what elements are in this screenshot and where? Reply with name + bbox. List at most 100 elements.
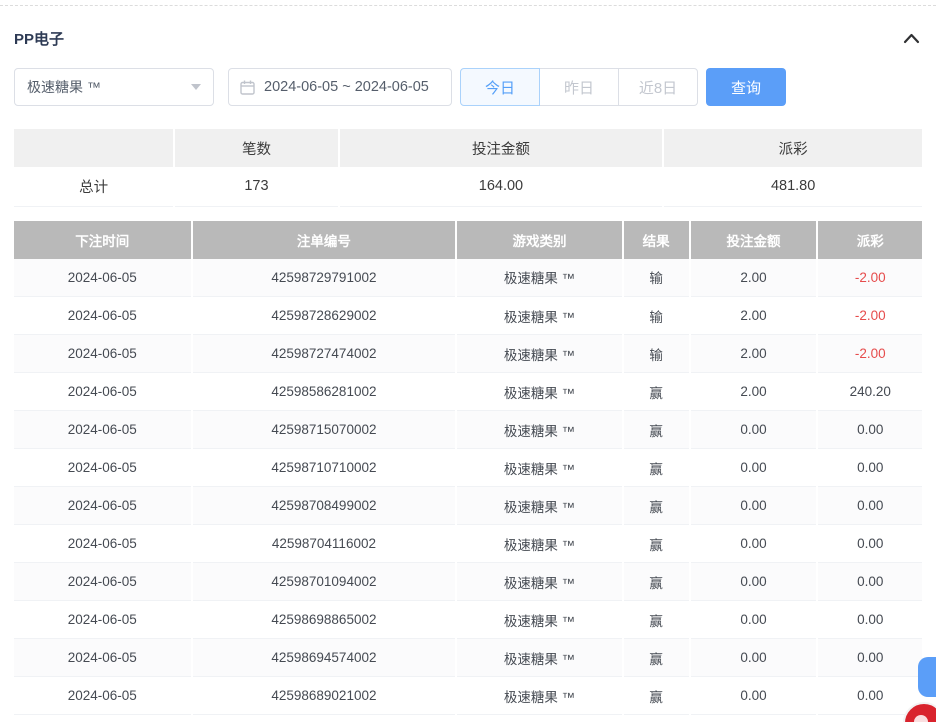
cell-bet-amount: 0.00 bbox=[690, 563, 818, 601]
cell-result: 赢 bbox=[623, 411, 690, 449]
cell-payout: 0.00 bbox=[817, 487, 922, 525]
cell-result: 赢 bbox=[623, 525, 690, 563]
summary-header-payout: 派彩 bbox=[663, 129, 922, 167]
date-range-input[interactable]: 2024-06-05 ~ 2024-06-05 bbox=[228, 68, 452, 106]
cell-game-type: 极速糖果 ™ bbox=[456, 639, 622, 677]
cell-payout: 0.00 bbox=[817, 563, 922, 601]
cell-result: 赢 bbox=[623, 601, 690, 639]
table-row: 2024-06-05 42598710710002 极速糖果 ™ 赢 0.00 … bbox=[14, 449, 922, 487]
cell-payout: 0.00 bbox=[817, 601, 922, 639]
cell-result: 输 bbox=[623, 297, 690, 335]
cell-order-id: 42598704116002 bbox=[192, 525, 457, 563]
cell-order-id: 42598710710002 bbox=[192, 449, 457, 487]
table-row: 2024-06-05 42598715070002 极速糖果 ™ 赢 0.00 … bbox=[14, 411, 922, 449]
cell-result: 赢 bbox=[623, 677, 690, 715]
cell-game-type: 极速糖果 ™ bbox=[456, 259, 622, 297]
cell-bet-time: 2024-06-05 bbox=[14, 297, 192, 335]
table-row: 2024-06-05 42598586281002 极速糖果 ™ 赢 2.00 … bbox=[14, 373, 922, 411]
summary-total-row: 总计 173 164.00 481.80 bbox=[14, 167, 922, 206]
cell-bet-time: 2024-06-05 bbox=[14, 563, 192, 601]
cell-bet-time: 2024-06-05 bbox=[14, 525, 192, 563]
chevron-up-icon bbox=[903, 32, 920, 44]
table-row: 2024-06-05 42598698865002 极速糖果 ™ 赢 0.00 … bbox=[14, 601, 922, 639]
chevron-down-icon bbox=[191, 84, 201, 90]
table-row: 2024-06-05 42598727474002 极速糖果 ™ 输 2.00 … bbox=[14, 335, 922, 373]
cell-order-id: 42598689021002 bbox=[192, 677, 457, 715]
cell-game-type: 极速糖果 ™ bbox=[456, 601, 622, 639]
bet-table-header-row: 下注时间 注单编号 游戏类别 结果 投注金额 派彩 bbox=[14, 221, 922, 259]
yesterday-button[interactable]: 昨日 bbox=[539, 68, 619, 106]
cell-payout: -2.00 bbox=[817, 335, 922, 373]
cell-bet-amount: 0.00 bbox=[690, 677, 818, 715]
table-row: 2024-06-05 42598694574002 极速糖果 ™ 赢 0.00 … bbox=[14, 639, 922, 677]
header-order-id: 注单编号 bbox=[192, 221, 457, 259]
cell-payout: 0.00 bbox=[817, 411, 922, 449]
cell-game-type: 极速糖果 ™ bbox=[456, 373, 622, 411]
collapse-button[interactable] bbox=[901, 30, 922, 46]
cell-bet-time: 2024-06-05 bbox=[14, 677, 192, 715]
top-divider bbox=[0, 5, 936, 6]
cell-result: 赢 bbox=[623, 373, 690, 411]
today-button[interactable]: 今日 bbox=[460, 68, 540, 106]
game-select[interactable]: 极速糖果 ™ bbox=[14, 68, 214, 106]
cell-bet-amount: 0.00 bbox=[690, 449, 818, 487]
table-row: 2024-06-05 42598704116002 极速糖果 ™ 赢 0.00 … bbox=[14, 525, 922, 563]
quick-range-group: 今日 昨日 近8日 bbox=[460, 68, 698, 106]
summary-total-payout: 481.80 bbox=[663, 167, 922, 206]
summary-header-count: 笔数 bbox=[174, 129, 338, 167]
summary-total-label: 总计 bbox=[14, 167, 174, 206]
cell-bet-amount: 0.00 bbox=[690, 525, 818, 563]
summary-total-bet-amount: 164.00 bbox=[339, 167, 664, 206]
cell-payout: -2.00 bbox=[817, 259, 922, 297]
cell-game-type: 极速糖果 ™ bbox=[456, 335, 622, 373]
cell-order-id: 42598701094002 bbox=[192, 563, 457, 601]
cell-bet-time: 2024-06-05 bbox=[14, 639, 192, 677]
summary-header-row: 笔数 投注金额 派彩 bbox=[14, 129, 922, 167]
cell-result: 赢 bbox=[623, 449, 690, 487]
floating-widget-button[interactable] bbox=[918, 657, 936, 697]
cell-bet-time: 2024-06-05 bbox=[14, 259, 192, 297]
cell-payout: 0.00 bbox=[817, 639, 922, 677]
cell-bet-amount: 2.00 bbox=[690, 335, 818, 373]
summary-total-count: 173 bbox=[174, 167, 338, 206]
cell-bet-time: 2024-06-05 bbox=[14, 411, 192, 449]
cell-payout: 240.20 bbox=[817, 373, 922, 411]
last-8-days-button[interactable]: 近8日 bbox=[618, 68, 698, 106]
game-select-value: 极速糖果 ™ bbox=[27, 77, 101, 97]
page-title: PP电子 bbox=[14, 28, 64, 49]
cell-game-type: 极速糖果 ™ bbox=[456, 677, 622, 715]
cell-bet-amount: 2.00 bbox=[690, 259, 818, 297]
summary-table: 笔数 投注金额 派彩 总计 173 164.00 481.80 bbox=[14, 129, 922, 207]
header-result: 结果 bbox=[623, 221, 690, 259]
header-bet-time: 下注时间 bbox=[14, 221, 192, 259]
cell-game-type: 极速糖果 ™ bbox=[456, 563, 622, 601]
cell-game-type: 极速糖果 ™ bbox=[456, 297, 622, 335]
calendar-icon bbox=[240, 80, 255, 95]
panel-header: PP电子 bbox=[14, 23, 922, 53]
cell-bet-amount: 0.00 bbox=[690, 487, 818, 525]
header-game-type: 游戏类别 bbox=[456, 221, 622, 259]
cell-order-id: 42598708499002 bbox=[192, 487, 457, 525]
cell-game-type: 极速糖果 ™ bbox=[456, 487, 622, 525]
header-payout: 派彩 bbox=[817, 221, 922, 259]
bet-records-table: 下注时间 注单编号 游戏类别 结果 投注金额 派彩 2024-06-05 425… bbox=[14, 221, 922, 716]
table-row: 2024-06-05 42598708499002 极速糖果 ™ 赢 0.00 … bbox=[14, 487, 922, 525]
search-button[interactable]: 查询 bbox=[706, 68, 786, 106]
cell-bet-amount: 0.00 bbox=[690, 601, 818, 639]
cell-order-id: 42598729791002 bbox=[192, 259, 457, 297]
table-row: 2024-06-05 42598729791002 极速糖果 ™ 输 2.00 … bbox=[14, 259, 922, 297]
cell-order-id: 42598698865002 bbox=[192, 601, 457, 639]
bet-table-body: 2024-06-05 42598729791002 极速糖果 ™ 输 2.00 … bbox=[14, 259, 922, 715]
cell-bet-time: 2024-06-05 bbox=[14, 373, 192, 411]
cell-bet-amount: 0.00 bbox=[690, 411, 818, 449]
cell-order-id: 42598586281002 bbox=[192, 373, 457, 411]
cell-order-id: 42598715070002 bbox=[192, 411, 457, 449]
cell-order-id: 42598728629002 bbox=[192, 297, 457, 335]
cell-game-type: 极速糖果 ™ bbox=[456, 411, 622, 449]
cell-payout: -2.00 bbox=[817, 297, 922, 335]
cell-result: 赢 bbox=[623, 639, 690, 677]
cell-result: 赢 bbox=[623, 487, 690, 525]
cell-order-id: 42598694574002 bbox=[192, 639, 457, 677]
cell-game-type: 极速糖果 ™ bbox=[456, 449, 622, 487]
cell-payout: 0.00 bbox=[817, 677, 922, 715]
